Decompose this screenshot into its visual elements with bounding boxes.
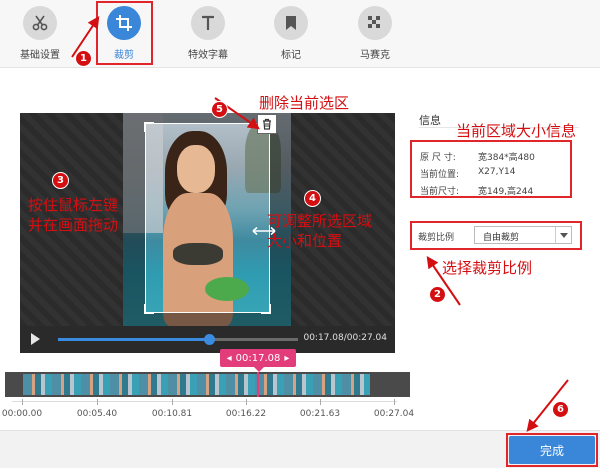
highlight-crop-tool [96, 1, 153, 65]
play-button[interactable] [28, 332, 42, 346]
bookmark-icon [274, 6, 308, 40]
step-badge-3: 3 [52, 172, 69, 189]
badge-time: 00:17.08 [235, 352, 281, 364]
progress-knob[interactable] [204, 334, 216, 345]
annotation-area-size-info: 当前区域大小信息 [456, 122, 577, 140]
annotation-drag-hint: 按住鼠标左键 并在画面拖动 [28, 195, 118, 236]
tick-label: 00:10.81 [151, 409, 193, 419]
text-icon [191, 6, 225, 40]
timeline-filmstrip[interactable] [5, 372, 410, 397]
tick-label: 00:16.22 [225, 409, 267, 419]
timeline-ruler: 00:00.00 00:05.40 00:10.81 00:16.22 00:2… [0, 397, 420, 427]
tool-label: 标记 [281, 50, 301, 61]
step-badge-4: 4 [304, 190, 321, 207]
time-display: 00:17.08/00:27.04 [303, 333, 387, 343]
tick-label: 00:05.40 [76, 409, 118, 419]
timeline-time-badge[interactable]: ◂ 00:17.08 ▸ [220, 349, 296, 372]
player-controls: 00:17.08/00:27.04 [20, 326, 395, 353]
highlight-crop-ratio [410, 221, 582, 250]
trash-icon [263, 118, 271, 130]
tool-mark[interactable]: 标记 [256, 6, 326, 61]
annotation-line: 大小和位置 [267, 232, 343, 251]
progress-bar[interactable] [58, 334, 298, 345]
mosaic-icon [358, 6, 392, 40]
tool-basic-settings[interactable]: 基础设置 [5, 6, 75, 61]
delete-selection-button[interactable] [257, 114, 277, 134]
step-badge-6: 6 [552, 401, 569, 418]
tick-label: 00:00.00 [1, 409, 43, 419]
annotation-delete-selection: 删除当前选区 [259, 94, 350, 112]
step-badge-1: 1 [75, 50, 92, 67]
tool-mosaic[interactable]: 马赛克 [340, 6, 410, 61]
step-badge-2: 2 [429, 286, 446, 303]
tick-label: 00:21.63 [299, 409, 341, 419]
badge-right-arrow-icon[interactable]: ▸ [284, 353, 289, 364]
tool-label: 马赛克 [360, 50, 390, 61]
annotation-resize-hint: 可调整所选区域 大小和位置 [267, 211, 372, 252]
progress-fill [58, 338, 210, 341]
highlight-done-button [506, 433, 598, 467]
tick-label: 00:27.04 [373, 409, 415, 419]
annotation-line: 并在画面拖动 [28, 216, 119, 235]
step-badge-5: 5 [211, 101, 228, 118]
scissors-icon [23, 6, 57, 40]
filmstrip-thumbnails [23, 374, 370, 395]
badge-left-arrow-icon[interactable]: ◂ [227, 353, 232, 364]
annotation-line: 按住鼠标左键 [28, 196, 119, 214]
timeline-playhead[interactable] [257, 372, 259, 397]
annotation-line: 可调整所选区域 [267, 212, 373, 230]
info-title: 信息 [419, 114, 441, 127]
annotation-select-ratio: 选择裁剪比例 [442, 259, 533, 277]
tool-label: 基础设置 [20, 50, 60, 61]
crop-selection-box[interactable] [144, 122, 271, 314]
tool-label: 特效字幕 [188, 50, 228, 61]
tool-effect-subtitles[interactable]: 特效字幕 [173, 6, 243, 61]
highlight-info-box [410, 140, 572, 198]
